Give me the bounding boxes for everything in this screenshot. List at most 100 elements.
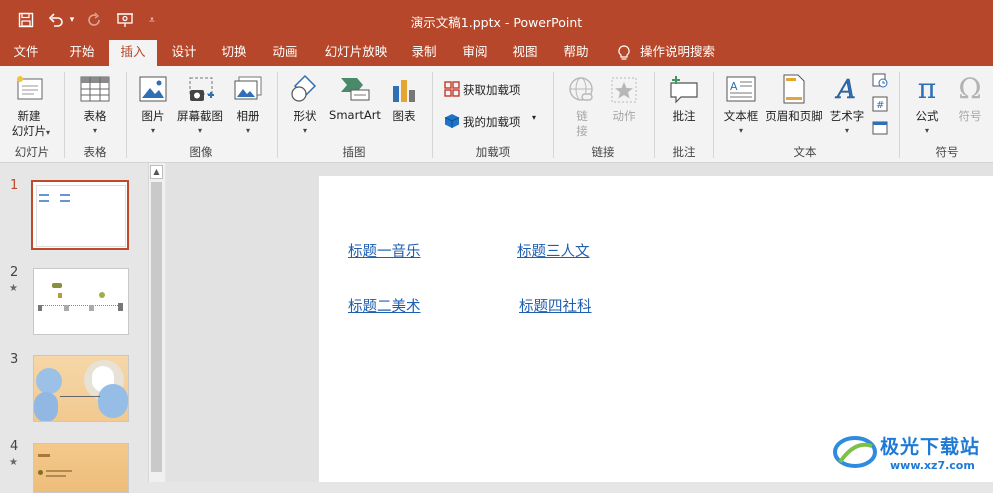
tab-record[interactable]: 录制 — [404, 40, 444, 66]
photo-album-icon — [234, 76, 262, 100]
animation-star-icon: ★ — [9, 457, 18, 468]
my-addins-label: 我的加载项 — [463, 115, 521, 129]
slide-thumbnail-3[interactable] — [33, 355, 129, 422]
site-watermark: 极光下载站 www.xz7.com — [832, 430, 992, 480]
tell-me-search[interactable]: 操作说明搜索 — [640, 40, 720, 66]
screenshot-icon — [189, 77, 214, 101]
watermark-title: 极光下载站 — [880, 436, 981, 458]
table-button[interactable]: 表格 ▾ — [72, 70, 118, 142]
chevron-down-icon: ▾ — [924, 126, 929, 135]
link-label: 链 — [576, 109, 588, 123]
thumb-link-mark — [60, 194, 70, 196]
group-label-links: 链接 — [591, 145, 615, 159]
link-label-2: 接 — [576, 124, 588, 138]
scrollbar-thumb[interactable] — [151, 182, 162, 472]
slide-thumbnail-4[interactable] — [33, 443, 129, 493]
slide-link-title-1[interactable]: 标题一音乐 — [348, 240, 421, 261]
slide-thumbnail-pane: 1 2 ★ 3 4 ★ — [0, 163, 148, 493]
comment-button[interactable]: 批注 — [662, 70, 706, 142]
thumb-number: 3 — [10, 352, 19, 367]
chart-button[interactable]: 图表 — [385, 70, 423, 142]
slide-number-button[interactable]: # — [870, 96, 890, 114]
group-label-slides: 幻灯片 — [14, 145, 50, 159]
wordart-icon: A — [835, 75, 856, 104]
lightbulb-icon — [615, 40, 633, 66]
group-label-comments: 批注 — [672, 145, 696, 159]
group-label-images: 图像 — [189, 145, 213, 159]
svg-text:A: A — [730, 80, 738, 93]
slide-number-icon: # — [872, 96, 888, 112]
new-slide-button[interactable]: 新建 幻灯片 ▾ — [4, 70, 54, 142]
equation-button[interactable]: π 公式 ▾ — [906, 70, 948, 142]
watermark-url: www.xz7.com — [890, 459, 975, 472]
smartart-label: SmartArt — [329, 108, 381, 122]
symbol-label: 符号 — [958, 109, 982, 123]
tab-home[interactable]: 开始 — [62, 40, 102, 66]
header-footer-button[interactable]: 页眉和页脚 — [763, 70, 825, 142]
chevron-down-icon: ▾ — [92, 126, 97, 135]
wordart-button[interactable]: A 艺术字 ▾ — [826, 70, 868, 142]
tab-insert[interactable]: 插入 — [109, 40, 157, 66]
comment-icon — [670, 76, 698, 104]
header-footer-icon — [783, 74, 805, 104]
tab-help[interactable]: 帮助 — [556, 40, 596, 66]
window-title: 演示文稿1.pptx - PowerPoint — [410, 15, 583, 30]
shapes-button[interactable]: 形状 ▾ — [285, 70, 325, 142]
wordart-label: 艺术字 — [829, 109, 865, 123]
thumbnail-scrollbar[interactable]: ▲ — [148, 163, 165, 482]
tab-transitions[interactable]: 切换 — [214, 40, 254, 66]
photo-album-button[interactable]: 相册 ▾ — [228, 70, 268, 142]
store-icon — [444, 81, 460, 97]
slide-link-title-4[interactable]: 标题四社科 — [519, 295, 592, 316]
slide-thumbnail-1[interactable] — [31, 180, 129, 250]
pi-icon: π — [917, 72, 937, 105]
object-button[interactable] — [870, 120, 890, 138]
group-separator — [64, 72, 65, 158]
ribbon-insert: 新建 幻灯片 ▾ 幻灯片 表格 ▾ 表格 图片 ▾ 屏幕截图 ▾ 相册 ▾ 图像… — [0, 66, 993, 163]
smartart-icon — [341, 78, 370, 101]
photo-album-label: 相册 — [236, 109, 260, 123]
object-icon — [872, 121, 888, 135]
thumb-link-mark — [39, 200, 49, 202]
ribbon-tabs: 文件 开始 插入 设计 切换 动画 幻灯片放映 录制 审阅 视图 帮助 操作说明… — [0, 40, 993, 66]
screenshot-button[interactable]: 屏幕截图 ▾ — [174, 70, 226, 142]
equation-label: 公式 — [915, 109, 939, 123]
pictures-label: 图片 — [141, 109, 165, 123]
picture-icon — [139, 76, 167, 102]
smartart-button[interactable]: SmartArt — [327, 70, 383, 142]
tab-animations[interactable]: 动画 — [265, 40, 305, 66]
pictures-button[interactable]: 图片 ▾ — [134, 70, 172, 142]
slide-thumbnail-2[interactable] — [33, 268, 129, 335]
get-addins-button[interactable]: 获取加载项 — [440, 78, 550, 100]
date-time-button[interactable] — [870, 72, 890, 90]
tab-design[interactable]: 设计 — [164, 40, 204, 66]
tab-slideshow[interactable]: 幻灯片放映 — [318, 40, 394, 66]
my-addins-button[interactable]: 我的加载项 ▾ — [440, 110, 550, 132]
symbol-button: Ω 符号 — [950, 70, 990, 142]
new-slide-label-1: 新建 — [17, 109, 41, 123]
new-slide-icon — [17, 76, 43, 100]
group-label-symbols: 符号 — [935, 145, 959, 159]
comment-label: 批注 — [672, 109, 696, 123]
cube-icon — [444, 114, 460, 128]
thumb-number: 4 — [10, 439, 19, 454]
action-label: 动作 — [612, 109, 636, 123]
screenshot-label: 屏幕截图 — [177, 109, 223, 123]
chevron-down-icon: ▾ — [46, 128, 51, 137]
action-star-icon — [611, 77, 637, 103]
tab-review[interactable]: 审阅 — [455, 40, 495, 66]
tab-view[interactable]: 视图 — [505, 40, 545, 66]
thumb-number: 2 — [10, 265, 19, 280]
scroll-up-icon[interactable]: ▲ — [150, 165, 163, 179]
slide-link-title-2[interactable]: 标题二美术 — [348, 295, 421, 316]
slide-link-title-3[interactable]: 标题三人文 — [517, 240, 590, 261]
textbox-button[interactable]: A 文本框 ▾ — [720, 70, 762, 142]
omega-icon: Ω — [958, 72, 982, 105]
animation-star-icon: ★ — [9, 283, 18, 294]
group-separator — [553, 72, 554, 158]
svg-text:A: A — [835, 75, 856, 104]
title-bar: ▾ ⩡ 演示文稿1.pptx - PowerPoint — [0, 0, 993, 40]
tab-file[interactable]: 文件 — [6, 40, 46, 66]
chevron-down-icon: ▾ — [844, 126, 849, 135]
link-button: 链 接 — [562, 70, 602, 142]
